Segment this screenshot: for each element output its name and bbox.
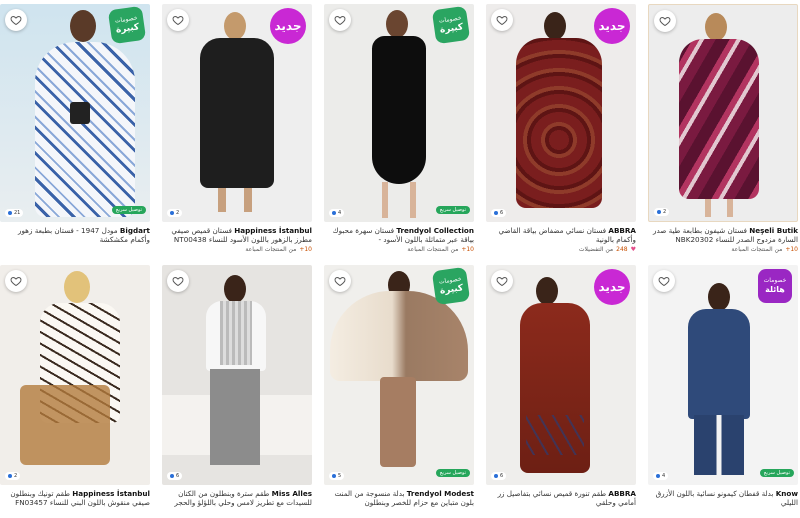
sold-count: 10+ من المنتجات المباعة — [731, 246, 798, 253]
product-title[interactable]: Happiness İstanbul طقم تونيك وبنطلون صيف… — [0, 489, 150, 507]
color-count: 2 — [5, 472, 21, 480]
discount-badge: خصومات كبيرة — [431, 266, 471, 306]
favorite-heart-icon[interactable] — [167, 9, 189, 31]
product-card[interactable]: جديد 2 Happiness İstanbul فستان قميص صيف… — [162, 4, 312, 254]
product-title[interactable]: Trendyol Modest بدلة منسوجة من المنت بلو… — [324, 489, 474, 507]
product-image[interactable]: خصومات كبيرة توصيل سريع 5 — [324, 265, 474, 485]
fast-shipping-badge: توصيل سريع — [435, 469, 470, 477]
product-title[interactable]: Know بدلة قفطان كيمونو نسائية باللون الأ… — [648, 489, 798, 507]
new-badge: جديد — [270, 8, 306, 44]
color-count: 4 — [329, 209, 345, 217]
sold-count: 10+ من المنتجات المباعة — [245, 246, 312, 253]
favorite-heart-icon[interactable] — [5, 270, 27, 292]
color-count: 2 — [167, 209, 183, 217]
product-image[interactable]: جديد 6 — [486, 4, 636, 222]
color-count: 5 — [329, 472, 345, 480]
fast-shipping-badge: توصيل سريع — [435, 206, 470, 214]
product-image[interactable]: جديد 6 — [486, 265, 636, 485]
product-card[interactable]: خصومات كبيرة توصيل سريع 4 Trendyol Collec… — [324, 4, 474, 254]
product-image[interactable]: 2 — [0, 265, 150, 485]
favorite-heart-icon[interactable] — [491, 9, 513, 31]
favorite-heart-icon[interactable] — [5, 9, 27, 31]
product-image[interactable]: خصومات هائلة توصيل سريع 4 — [648, 265, 798, 485]
product-image[interactable]: خصومات كبيرة توصيل سريع 21 — [0, 4, 150, 222]
color-count: 4 — [653, 472, 669, 480]
discount-badge: خصومات كبيرة — [107, 5, 147, 45]
favorite-heart-icon[interactable] — [167, 270, 189, 292]
product-image[interactable]: 6 — [162, 265, 312, 485]
product-card[interactable]: خصومات كبيرة توصيل سريع 21 Bigdart مودل 1… — [0, 4, 150, 244]
product-title[interactable]: Miss Alles طقم سترة وبنطلون من الكتان لل… — [162, 489, 312, 507]
product-image[interactable]: 2 — [648, 4, 798, 222]
color-count: 6 — [491, 472, 507, 480]
new-badge: جديد — [594, 269, 630, 305]
product-image[interactable]: جديد 2 — [162, 4, 312, 222]
color-count: 6 — [491, 209, 507, 217]
favorites-count: ♥ 248 من التفضيلات — [578, 246, 636, 253]
product-card[interactable]: جديد 6 ABBRA فستان نسائي مضفاض بياقة الق… — [486, 4, 636, 254]
fast-shipping-badge: توصيل سريع — [111, 206, 146, 214]
product-card[interactable]: خصومات كبيرة توصيل سريع 5 Trendyol Modest… — [324, 265, 474, 507]
color-count: 6 — [167, 472, 183, 480]
new-badge: جديد — [594, 8, 630, 44]
product-image[interactable]: خصومات كبيرة توصيل سريع 4 — [324, 4, 474, 222]
discount-badge: خصومات هائلة — [758, 269, 792, 303]
sold-count: 10+ من المنتجات المباعة — [407, 246, 474, 253]
favorite-heart-icon[interactable] — [329, 9, 351, 31]
color-count: 2 — [654, 208, 670, 216]
product-title[interactable]: ABBRA طقم تنورة قميص نسائي بتفاصيل زر أم… — [486, 489, 636, 507]
product-grid: خصومات كبيرة توصيل سريع 21 Bigdart مودل 1… — [0, 0, 800, 518]
discount-badge: خصومات كبيرة — [431, 5, 471, 45]
product-card[interactable]: 2 Neşeli Butik فستان شيفون بطابعة طية صد… — [648, 4, 798, 254]
favorite-heart-icon[interactable] — [653, 270, 675, 292]
favorite-heart-icon[interactable] — [654, 10, 676, 32]
product-card[interactable]: 2 Happiness İstanbul طقم تونيك وبنطلون ص… — [0, 265, 150, 507]
product-title[interactable]: Neşeli Butik فستان شيفون بطابعة طية صدر … — [648, 226, 798, 244]
favorite-heart-icon[interactable] — [329, 270, 351, 292]
fast-shipping-badge: توصيل سريع — [759, 469, 794, 477]
color-count: 21 — [5, 209, 24, 217]
product-title[interactable]: Trendyol Collection فستان سهرة محبوك بيا… — [324, 226, 474, 244]
product-title[interactable]: Happiness İstanbul فستان قميص صيفي مطرز … — [162, 226, 312, 244]
product-card[interactable]: 6 Miss Alles طقم سترة وبنطلون من الكتان … — [162, 265, 312, 507]
product-title[interactable]: ABBRA فستان نسائي مضفاض بياقة القاضي وأك… — [486, 226, 637, 244]
product-card[interactable]: جديد 6 ABBRA طقم تنورة قميص نسائي بتفاصي… — [486, 265, 636, 507]
product-title[interactable]: Bigdart مودل 1947 - فستان بطبعة زهور وأك… — [0, 226, 150, 244]
product-card[interactable]: خصومات هائلة توصيل سريع 4 Know بدلة قفطان… — [648, 265, 798, 507]
favorite-heart-icon[interactable] — [491, 270, 513, 292]
